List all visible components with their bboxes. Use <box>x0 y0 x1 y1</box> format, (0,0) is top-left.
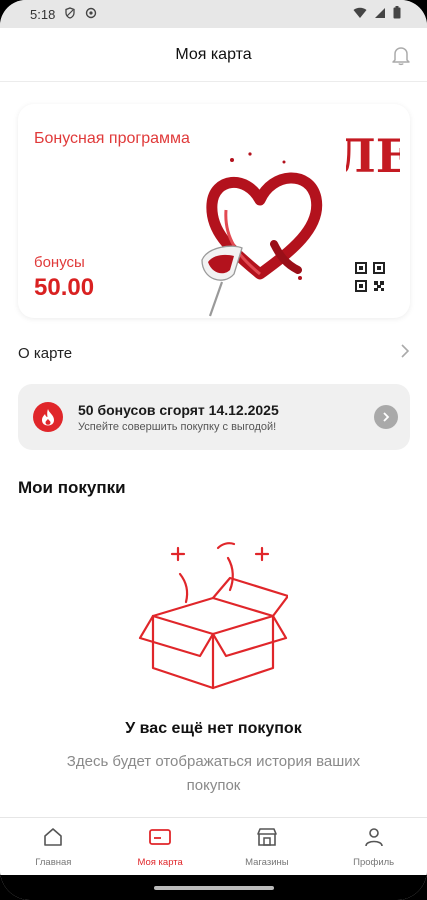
tab-label: Моя карта <box>137 856 183 868</box>
empty-box-icon <box>138 542 288 690</box>
bottom-tab-bar: Главная Моя карта Магазины Профиль <box>0 817 427 875</box>
sync-icon <box>85 7 97 22</box>
bonus-balance: 50.00 <box>34 274 95 301</box>
battery-icon <box>393 6 401 22</box>
chevron-right-icon <box>374 405 398 429</box>
tab-label: Магазины <box>245 856 289 868</box>
home-icon <box>42 826 64 853</box>
bonus-expiry-banner[interactable]: 50 бонусов сгорят 14.12.2025 Успейте сов… <box>18 384 410 450</box>
wine-heart-illustration <box>201 152 323 317</box>
page-title: Моя карта <box>175 45 252 63</box>
qr-code-icon[interactable] <box>355 262 385 297</box>
tab-my-card[interactable]: Моя карта <box>107 818 214 875</box>
app-screen: 5:18 Моя карта Бонусная программа ЛЕ бон… <box>0 0 427 900</box>
store-icon <box>255 826 279 853</box>
tab-label: Профиль <box>353 856 395 868</box>
tab-stores[interactable]: Магазины <box>214 818 321 875</box>
wifi-icon <box>353 7 367 22</box>
bonus-label: бонусы <box>34 254 85 271</box>
system-nav-bar <box>0 875 427 900</box>
empty-state-title: У вас ещё нет покупок <box>125 720 302 737</box>
status-time: 5:18 <box>30 6 56 22</box>
card-program-label: Бонусная программа <box>34 130 190 147</box>
promo-title: 50 бонусов сгорят 14.12.2025 <box>78 401 279 418</box>
tab-profile[interactable]: Профиль <box>320 818 427 875</box>
card-icon <box>148 826 172 853</box>
about-card-label: О карте <box>18 344 73 362</box>
svg-text:ЛЕ: ЛЕ <box>346 129 400 183</box>
app-bar: Моя карта <box>0 28 427 82</box>
empty-state-subtitle: Здесь будет отображаться история ваших п… <box>66 753 361 794</box>
purchases-section-title: Мои покупки <box>18 478 126 497</box>
status-bar: 5:18 <box>0 0 427 28</box>
signal-icon <box>374 7 386 22</box>
tab-home[interactable]: Главная <box>0 818 107 875</box>
promo-subtitle: Успейте совершить покупку с выгодой! <box>78 420 277 433</box>
brand-logo: ЛЕ <box>346 129 400 183</box>
profile-icon <box>363 826 385 853</box>
bell-icon[interactable] <box>389 43 413 67</box>
loyalty-card[interactable]: Бонусная программа ЛЕ бонусы 50.00 <box>18 104 410 318</box>
home-gesture-handle[interactable] <box>153 885 274 890</box>
chevron-right-icon <box>400 343 410 364</box>
shield-icon <box>64 6 76 22</box>
fire-icon <box>33 402 63 432</box>
tab-label: Главная <box>35 856 72 868</box>
about-card-row[interactable]: О карте <box>18 338 410 368</box>
